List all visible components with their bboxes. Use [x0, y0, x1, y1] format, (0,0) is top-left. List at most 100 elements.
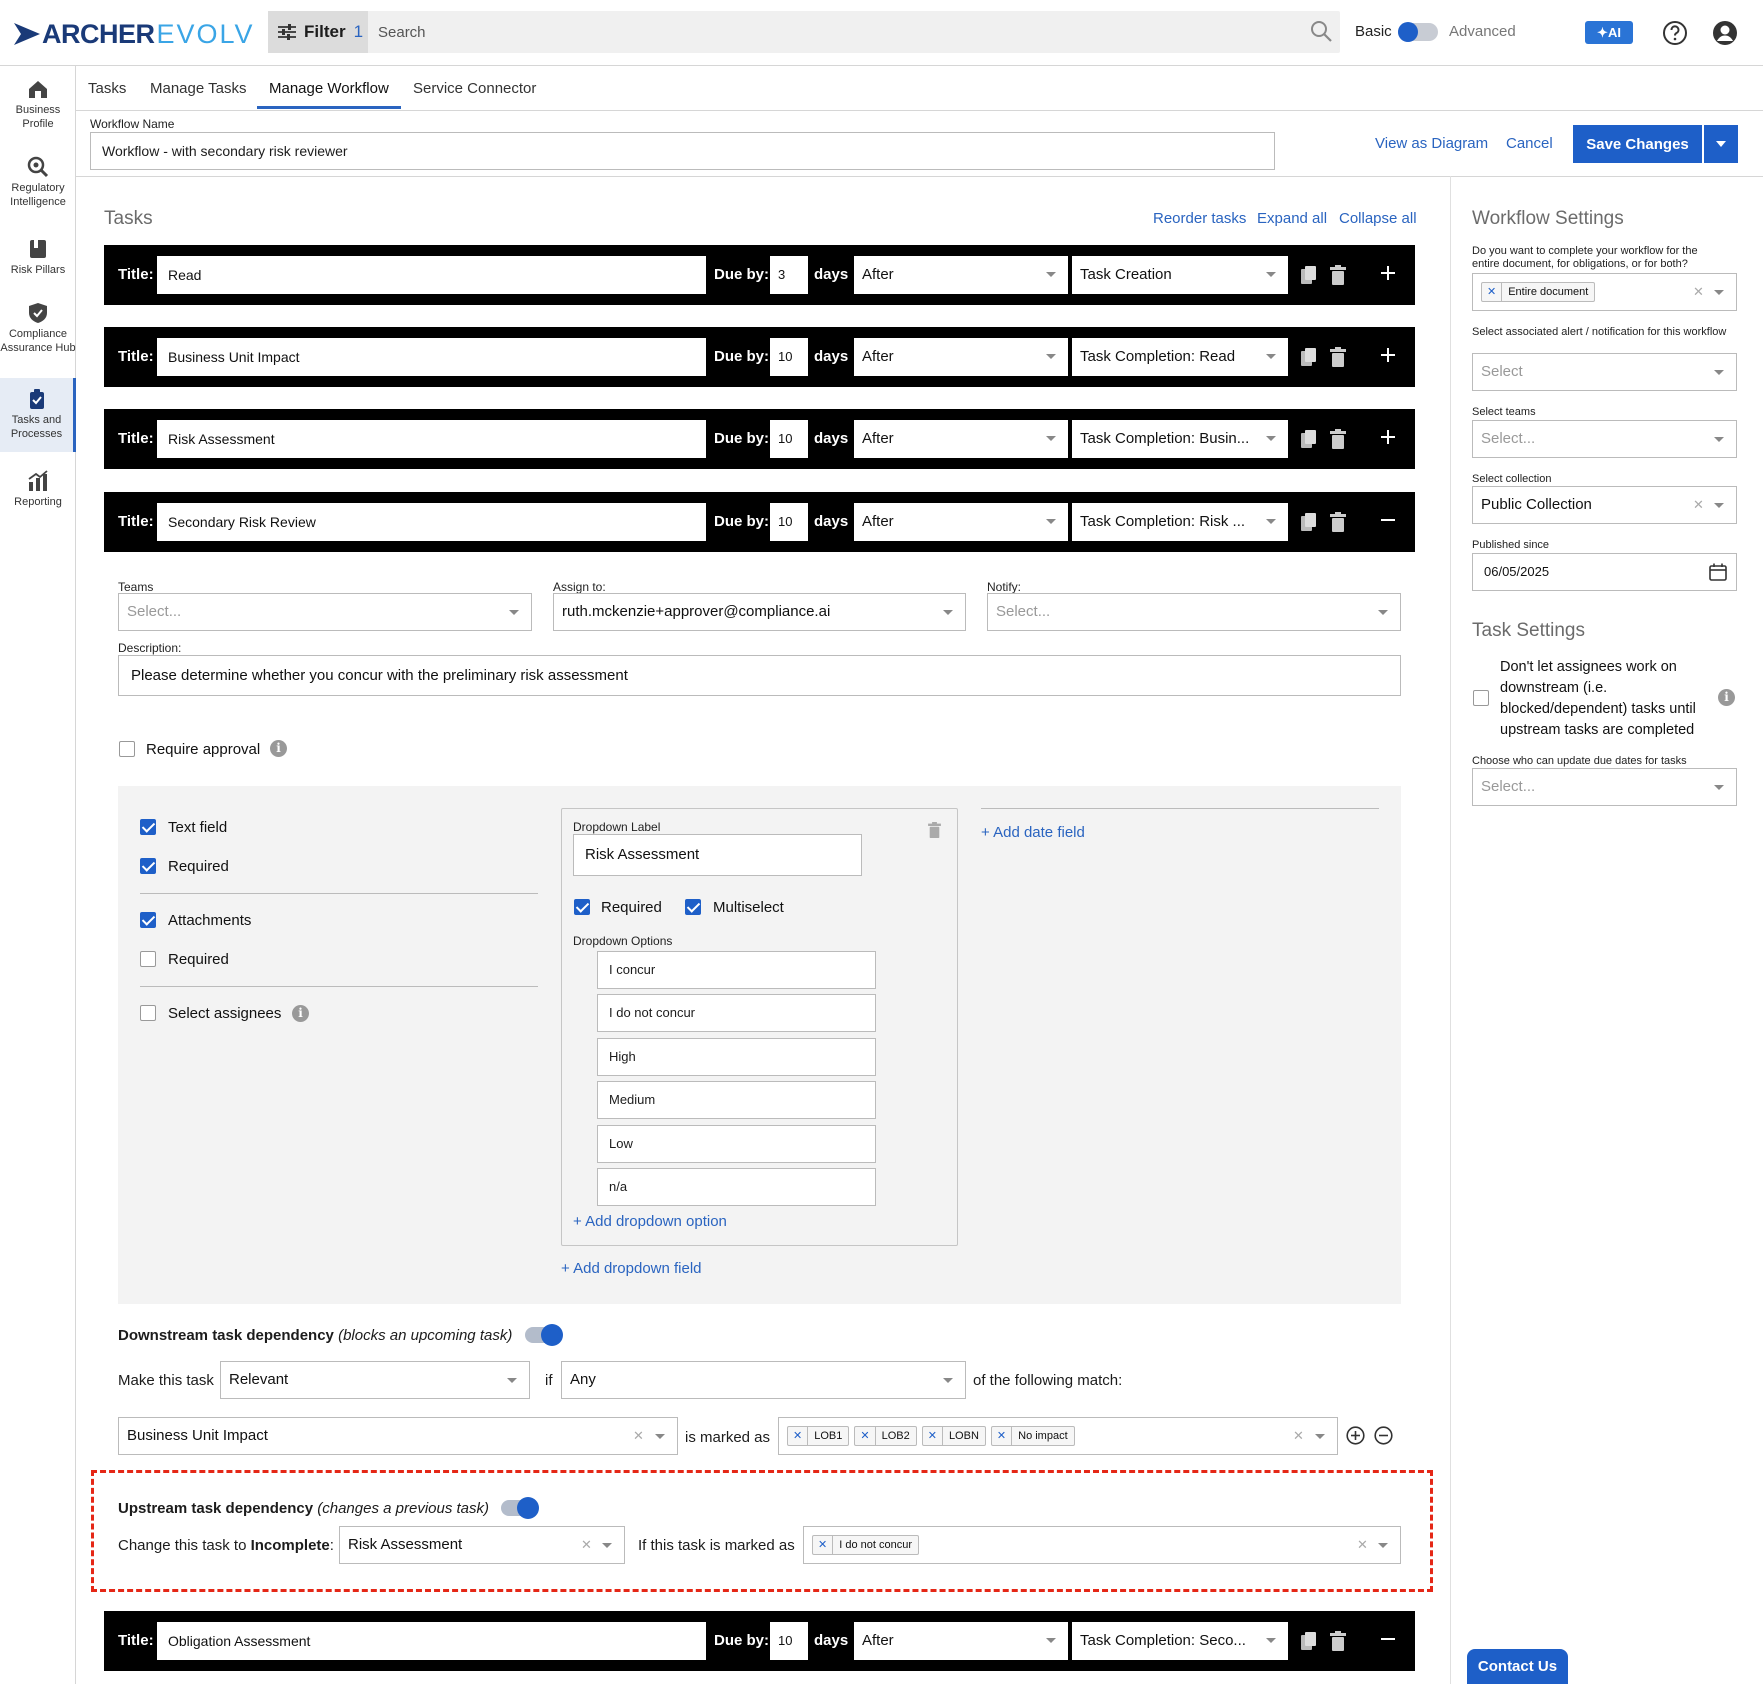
app-logo[interactable]: ARCHER EVOLV [14, 16, 255, 52]
assign-to-select[interactable]: ruth.mckenzie+approver@compliance.ai [553, 593, 966, 631]
settings-teams-select[interactable]: Select... [1472, 420, 1737, 458]
due-relation-select[interactable]: After [854, 1622, 1068, 1660]
text-field-required-checkbox[interactable] [140, 858, 156, 874]
dropdown-option-input[interactable]: I do not concur [597, 994, 876, 1032]
collapse-all-link[interactable]: Collapse all [1339, 210, 1417, 227]
downstream-dependency-toggle[interactable] [525, 1324, 563, 1346]
downstream-values-multiselect[interactable]: ✕ LOB1 ✕ LOB2 ✕ LOBN ✕ No impact ✕ [778, 1417, 1338, 1455]
expand-plus-icon[interactable] [1380, 265, 1396, 281]
remove-tag-icon[interactable]: ✕ [923, 1427, 943, 1445]
cancel-button[interactable]: Cancel [1506, 135, 1553, 152]
clear-icon[interactable]: ✕ [581, 1527, 592, 1563]
tab-tasks[interactable]: Tasks [88, 80, 126, 97]
remove-condition-icon[interactable] [1374, 1426, 1393, 1445]
calendar-icon[interactable] [1709, 563, 1727, 581]
info-icon[interactable]: i [1718, 689, 1735, 706]
dropdown-option-input[interactable]: Medium [597, 1081, 876, 1119]
match-any-select[interactable]: Any [561, 1361, 966, 1399]
due-relation-select[interactable]: After [854, 420, 1068, 458]
expand-all-link[interactable]: Expand all [1257, 210, 1327, 227]
upstream-dependency-toggle[interactable] [501, 1497, 539, 1519]
filter-button[interactable]: Filter 1 [268, 11, 368, 53]
due-days-input[interactable]: 3 [770, 256, 808, 294]
add-dropdown-option-link[interactable]: + Add dropdown option [573, 1213, 727, 1230]
teams-select[interactable]: Select... [118, 593, 532, 631]
clear-icon[interactable]: ✕ [1293, 1418, 1304, 1454]
published-since-date-input[interactable]: 06/05/2025 [1472, 553, 1737, 591]
clear-icon[interactable]: ✕ [633, 1418, 644, 1454]
mode-toggle[interactable] [1398, 22, 1438, 42]
info-icon[interactable]: i [292, 1005, 309, 1022]
remove-tag-icon[interactable]: ✕ [788, 1427, 809, 1445]
expand-plus-icon[interactable] [1380, 429, 1396, 445]
trash-icon[interactable] [1330, 429, 1346, 449]
remove-tag-icon[interactable]: ✕ [855, 1427, 876, 1445]
nav-item-risk-pillars[interactable]: Risk Pillars [0, 238, 76, 280]
due-trigger-select[interactable]: Task Completion: Seco... [1072, 1622, 1288, 1660]
copy-icon[interactable] [1300, 265, 1318, 285]
due-days-input[interactable]: 10 [770, 338, 808, 376]
alert-select[interactable]: Select [1472, 353, 1737, 391]
notify-select[interactable]: Select... [987, 593, 1401, 631]
user-account-icon[interactable] [1712, 20, 1738, 46]
relevance-select[interactable]: Relevant [220, 1361, 530, 1399]
due-relation-select[interactable]: After [854, 338, 1068, 376]
copy-icon[interactable] [1300, 512, 1318, 532]
due-days-input[interactable]: 10 [770, 1622, 808, 1660]
view-as-diagram-link[interactable]: View as Diagram [1375, 135, 1488, 152]
tab-service-connector[interactable]: Service Connector [413, 80, 536, 97]
scope-multiselect[interactable]: ✕ Entire document ✕ [1472, 273, 1737, 311]
due-date-permission-select[interactable]: Select... [1472, 768, 1737, 806]
ai-button[interactable]: ✦ AI [1585, 21, 1633, 44]
require-approval-checkbox[interactable] [119, 741, 135, 757]
collapse-minus-icon[interactable] [1380, 1631, 1396, 1647]
save-changes-button[interactable]: Save Changes [1573, 125, 1702, 163]
tab-manage-workflow[interactable]: Manage Workflow [269, 80, 389, 97]
copy-icon[interactable] [1300, 347, 1318, 367]
upstream-target-task-select[interactable]: Risk Assessment ✕ [339, 1526, 625, 1564]
task-title-input[interactable]: Business Unit Impact [157, 338, 706, 376]
due-days-input[interactable]: 10 [770, 503, 808, 541]
text-field-checkbox[interactable] [140, 819, 156, 835]
dropdown-label-input[interactable]: Risk Assessment [573, 834, 862, 876]
remove-tag-icon[interactable]: ✕ [813, 1536, 834, 1554]
task-title-input[interactable]: Obligation Assessment [157, 1622, 706, 1660]
dropdown-option-input[interactable]: High [597, 1038, 876, 1076]
copy-icon[interactable] [1300, 1631, 1318, 1651]
attachments-required-checkbox[interactable] [140, 951, 156, 967]
attachments-checkbox[interactable] [140, 912, 156, 928]
nav-item-reporting[interactable]: Reporting [0, 470, 76, 512]
trash-icon[interactable] [1330, 1631, 1346, 1651]
due-relation-select[interactable]: After [854, 503, 1068, 541]
add-date-field-link[interactable]: + Add date field [981, 824, 1085, 841]
add-dropdown-field-link[interactable]: + Add dropdown field [561, 1260, 702, 1277]
clear-icon[interactable]: ✕ [1693, 487, 1704, 523]
clear-icon[interactable]: ✕ [1357, 1527, 1368, 1563]
dropdown-option-input[interactable]: I concur [597, 951, 876, 989]
add-condition-icon[interactable] [1346, 1426, 1365, 1445]
reorder-tasks-link[interactable]: Reorder tasks [1153, 210, 1246, 227]
due-trigger-select[interactable]: Task Completion: Read [1072, 338, 1288, 376]
info-icon[interactable]: i [270, 740, 287, 757]
save-options-dropdown[interactable] [1704, 125, 1738, 163]
select-assignees-checkbox[interactable] [140, 1005, 156, 1021]
nav-item-tasks-and-processes[interactable]: Tasks and Processes [0, 378, 76, 452]
due-relation-select[interactable]: After [854, 256, 1068, 294]
nav-item-compliance-assurance-hub[interactable]: Compliance Assurance Hub [0, 302, 76, 372]
remove-tag-icon[interactable]: ✕ [1482, 283, 1503, 301]
block-downstream-checkbox[interactable] [1473, 690, 1489, 706]
task-title-input[interactable]: Risk Assessment [157, 420, 706, 458]
trash-icon[interactable] [1330, 512, 1346, 532]
collapse-minus-icon[interactable] [1380, 512, 1396, 528]
trash-icon[interactable] [1330, 347, 1346, 367]
workflow-name-input[interactable]: Workflow - with secondary risk reviewer [90, 132, 1275, 170]
dropdown-option-input[interactable]: Low [597, 1125, 876, 1163]
trash-icon[interactable] [928, 822, 941, 838]
trash-icon[interactable] [1330, 265, 1346, 285]
condition-task-select[interactable]: Business Unit Impact ✕ [118, 1417, 678, 1455]
nav-item-regulatory-intelligence[interactable]: Regulatory Intelligence [0, 156, 76, 214]
description-input[interactable]: Please determine whether you concur with… [118, 655, 1401, 696]
due-trigger-select[interactable]: Task Creation [1072, 256, 1288, 294]
copy-icon[interactable] [1300, 429, 1318, 449]
help-icon[interactable] [1662, 20, 1688, 46]
